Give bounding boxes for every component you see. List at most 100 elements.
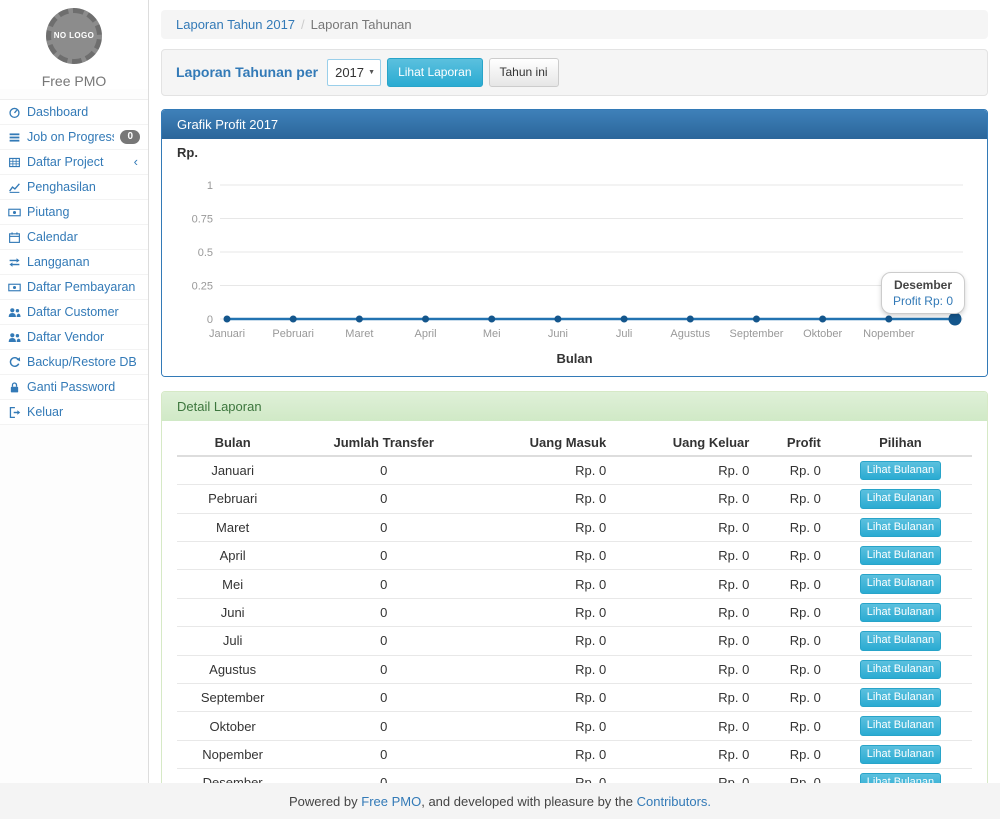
tooltip-value: Profit Rp: 0: [893, 294, 953, 308]
cell-pilihan: Lihat Bulanan: [829, 570, 972, 598]
sidebar-item-ganti-password[interactable]: Ganti Password: [0, 375, 148, 400]
lihat-bulanan-button[interactable]: Lihat Bulanan: [860, 688, 941, 707]
logo-image: NO LOGO: [46, 8, 102, 64]
cell-bulan: Juli: [177, 627, 288, 655]
data-point-juni[interactable]: [554, 315, 561, 322]
lihat-bulanan-button[interactable]: Lihat Bulanan: [860, 603, 941, 622]
cell-uang_keluar: Rp. 0: [614, 541, 757, 569]
data-point-mei[interactable]: [488, 315, 495, 322]
data-point-juli[interactable]: [621, 315, 628, 322]
footer-text-middle: , and developed with pleasure by the: [421, 794, 633, 809]
cell-pilihan: Lihat Bulanan: [829, 655, 972, 683]
cell-uang_masuk: Rp. 0: [479, 740, 614, 768]
contributors-link[interactable]: Contributors.: [637, 794, 711, 809]
cell-bulan: September: [177, 683, 288, 711]
cell-bulan: Mei: [177, 570, 288, 598]
lihat-bulanan-button[interactable]: Lihat Bulanan: [860, 461, 941, 480]
lihat-bulanan-button[interactable]: Lihat Bulanan: [860, 660, 941, 679]
cell-pilihan: Lihat Bulanan: [829, 456, 972, 485]
cell-uang_masuk: Rp. 0: [479, 627, 614, 655]
data-point-januari[interactable]: [224, 315, 231, 322]
cell-profit: Rp. 0: [757, 627, 829, 655]
cell-uang_keluar: Rp. 0: [614, 683, 757, 711]
cell-bulan: Oktober: [177, 712, 288, 740]
report-filter-form: Laporan Tahunan per 2017 ▼ Lihat Laporan…: [161, 49, 988, 96]
lihat-bulanan-button[interactable]: Lihat Bulanan: [860, 716, 941, 735]
cell-uang_keluar: Rp. 0: [614, 485, 757, 513]
sidebar-item-daftar-pembayaran[interactable]: Daftar Pembayaran: [0, 275, 148, 300]
sidebar-item-penghasilan[interactable]: Penghasilan: [0, 175, 148, 200]
sidebar-item-piutang[interactable]: Piutang: [0, 200, 148, 225]
cell-uang_keluar: Rp. 0: [614, 513, 757, 541]
sidebar-item-label: Job on Progress: [27, 130, 114, 144]
sidebar-item-calendar[interactable]: Calendar: [0, 225, 148, 250]
cell-uang_masuk: Rp. 0: [479, 456, 614, 485]
data-point-nopember[interactable]: [885, 315, 892, 322]
sidebar-item-dashboard[interactable]: Dashboard: [0, 100, 148, 125]
sidebar-item-backup-restore-db[interactable]: Backup/Restore DB: [0, 350, 148, 375]
data-point-maret[interactable]: [356, 315, 363, 322]
cell-pilihan: Lihat Bulanan: [829, 740, 972, 768]
x-tick-label: Maret: [345, 328, 373, 340]
sidebar-item-label: Dashboard: [27, 105, 140, 119]
breadcrumb-link-laporan-tahun[interactable]: Laporan Tahun 2017: [176, 17, 295, 32]
data-point-desember[interactable]: [949, 312, 962, 325]
detail-laporan-panel: Detail Laporan BulanJumlah TransferUang …: [161, 391, 988, 819]
x-tick-label: Mei: [483, 328, 501, 340]
cell-bulan: Agustus: [177, 655, 288, 683]
y-axis-title: Rp.: [177, 145, 972, 163]
table-row-nopember: Nopember0Rp. 0Rp. 0Rp. 0Lihat Bulanan: [177, 740, 972, 768]
data-point-oktober[interactable]: [819, 315, 826, 322]
lihat-bulanan-button[interactable]: Lihat Bulanan: [860, 631, 941, 650]
sidebar-item-label: Ganti Password: [27, 380, 140, 394]
lihat-laporan-button[interactable]: Lihat Laporan: [387, 58, 482, 87]
money-icon: [8, 206, 21, 219]
data-point-agustus[interactable]: [687, 315, 694, 322]
lihat-bulanan-button[interactable]: Lihat Bulanan: [860, 546, 941, 565]
data-point-september[interactable]: [753, 315, 760, 322]
x-tick-label: Juni: [548, 328, 568, 340]
chart-tooltip: Desember Profit Rp: 0: [881, 272, 965, 314]
sidebar-item-label: Calendar: [27, 230, 140, 244]
sidebar-item-job-on-progress[interactable]: Job on Progress0: [0, 125, 148, 150]
profit-line-chart[interactable]: 10.750.50.250JanuariPebruariMaretAprilMe…: [177, 163, 972, 350]
x-tick-label: Pebruari: [272, 328, 314, 340]
cell-uang_keluar: Rp. 0: [614, 456, 757, 485]
cell-profit: Rp. 0: [757, 456, 829, 485]
y-tick-label: 1: [207, 180, 213, 192]
cell-jumlah_transfer: 0: [288, 513, 479, 541]
data-point-april[interactable]: [422, 315, 429, 322]
detail-panel-title: Detail Laporan: [162, 392, 987, 421]
year-select[interactable]: 2017: [327, 59, 381, 86]
sidebar-item-keluar[interactable]: Keluar: [0, 400, 148, 425]
lihat-bulanan-button[interactable]: Lihat Bulanan: [860, 574, 941, 593]
sidebar-menu: Dashboard Job on Progress0Daftar Project‹…: [0, 99, 148, 425]
breadcrumb-separator: /: [301, 17, 305, 32]
sidebar-item-daftar-vendor[interactable]: Daftar Vendor: [0, 325, 148, 350]
free-pmo-link[interactable]: Free PMO: [361, 794, 421, 809]
table-icon: [8, 156, 21, 169]
cell-pilihan: Lihat Bulanan: [829, 541, 972, 569]
lihat-bulanan-button[interactable]: Lihat Bulanan: [860, 745, 941, 764]
sidebar-item-daftar-customer[interactable]: Daftar Customer: [0, 300, 148, 325]
chevron-left-icon: ‹: [134, 157, 140, 167]
x-tick-label: Nopember: [863, 328, 915, 340]
lock-icon: [8, 381, 21, 394]
lihat-bulanan-button[interactable]: Lihat Bulanan: [860, 489, 941, 508]
cell-uang_keluar: Rp. 0: [614, 712, 757, 740]
sidebar-item-langganan[interactable]: Langganan: [0, 250, 148, 275]
table-row-oktober: Oktober0Rp. 0Rp. 0Rp. 0Lihat Bulanan: [177, 712, 972, 740]
data-point-pebruari[interactable]: [290, 315, 297, 322]
cell-jumlah_transfer: 0: [288, 627, 479, 655]
sidebar-item-daftar-project[interactable]: Daftar Project‹: [0, 150, 148, 175]
tahun-ini-button[interactable]: Tahun ini: [489, 58, 559, 87]
brand-block: NO LOGO Free PMO: [0, 0, 148, 89]
sidebar-item-label: Keluar: [27, 405, 140, 419]
table-row-pebruari: Pebruari0Rp. 0Rp. 0Rp. 0Lihat Bulanan: [177, 485, 972, 513]
lihat-bulanan-button[interactable]: Lihat Bulanan: [860, 518, 941, 537]
cell-uang_masuk: Rp. 0: [479, 655, 614, 683]
sidebar-item-label: Piutang: [27, 205, 140, 219]
cell-profit: Rp. 0: [757, 513, 829, 541]
cell-uang_keluar: Rp. 0: [614, 740, 757, 768]
users-icon: [8, 306, 21, 319]
